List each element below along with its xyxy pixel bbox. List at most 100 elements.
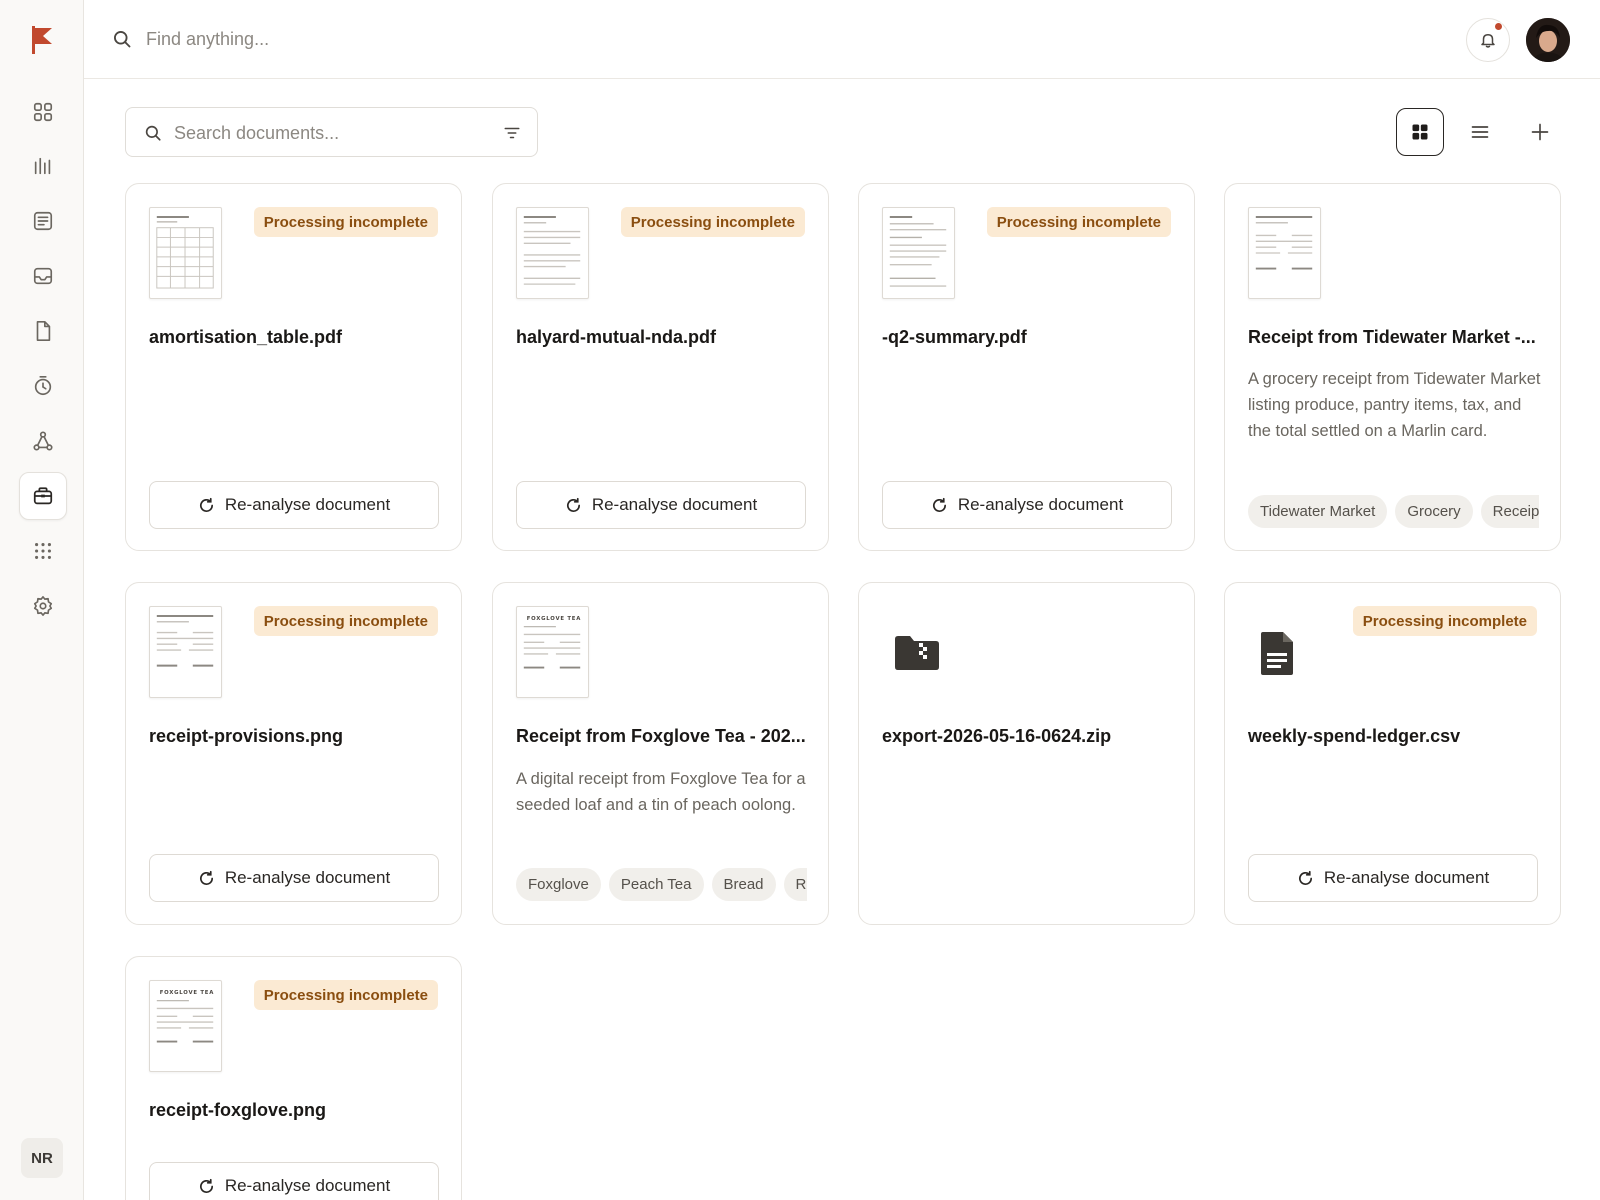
thumbnail-header-text: FOXGLOVE TEA xyxy=(160,990,215,996)
status-badge: Processing incomplete xyxy=(253,606,438,636)
sidebar-item-inbox[interactable] xyxy=(19,252,67,300)
topbar xyxy=(84,0,1600,79)
thumbnail-header-text: FOXGLOVE TEA xyxy=(527,616,582,622)
reanalyse-button[interactable]: Re-analyse document xyxy=(149,481,439,529)
document-title[interactable]: Receipt from Tidewater Market -... xyxy=(1248,327,1539,348)
app: NR Find anything... Search documents... … xyxy=(0,0,1600,1200)
status-badge: Processing incomplete xyxy=(986,207,1171,237)
reanalyse-label: Re-analyse document xyxy=(224,495,391,514)
document-title[interactable]: weekly-spend-ledger.csv xyxy=(1248,726,1539,747)
sidebar-item-settings[interactable] xyxy=(19,582,67,630)
file-icon xyxy=(36,321,51,341)
document-card[interactable]: export-2026-05-16-0624.zip xyxy=(858,582,1195,925)
sidebar-item-files[interactable] xyxy=(19,307,67,355)
document-thumbnail xyxy=(1248,207,1321,299)
tag[interactable]: Receipt xyxy=(783,868,807,901)
refresh-icon xyxy=(932,497,946,512)
document-title[interactable]: receipt-foxglove.png xyxy=(149,1100,440,1121)
list-view-button[interactable] xyxy=(1456,108,1504,156)
tag[interactable]: Foxglove xyxy=(516,868,601,901)
sidebar-item-timer[interactable] xyxy=(19,362,67,410)
user-photo-icon xyxy=(1526,18,1570,62)
sidebar-item-apps[interactable] xyxy=(19,527,67,575)
document-card[interactable]: Processing incomplete halyard-mutual-nda… xyxy=(492,183,829,551)
tag[interactable]: Peach Tea xyxy=(608,868,704,901)
tag[interactable]: Bread xyxy=(711,868,776,901)
document-title[interactable]: receipt-provisions.png xyxy=(149,726,440,747)
sidebar-item-analytics[interactable] xyxy=(19,142,67,190)
status-badge: Processing incomplete xyxy=(253,207,438,237)
add-document-button[interactable] xyxy=(1516,108,1564,156)
reanalyse-label: Re-analyse document xyxy=(1323,868,1490,887)
sidebar-item-dashboard[interactable] xyxy=(19,88,67,136)
notification-dot xyxy=(1494,22,1503,31)
reanalyse-label: Re-analyse document xyxy=(957,495,1124,514)
zip-folder-icon xyxy=(895,636,939,670)
dashboard-icon xyxy=(33,102,53,122)
document-card[interactable]: Receipt from Tidewater Market -... A gro… xyxy=(1224,183,1561,551)
refresh-icon xyxy=(199,1178,213,1193)
sidebar: NR xyxy=(0,0,84,1200)
tag[interactable]: Grocery xyxy=(1395,495,1473,528)
inbox-icon xyxy=(33,267,53,285)
reanalyse-button[interactable]: Re-analyse document xyxy=(882,481,1172,529)
sidebar-item-notes[interactable] xyxy=(19,197,67,245)
search-icon xyxy=(114,31,131,48)
grid-view-icon xyxy=(1412,124,1428,140)
document-description: A digital receipt from Foxglove Tea for … xyxy=(516,770,806,814)
tag-list: Foxglove Peach Tea Bread Receipt xyxy=(516,868,807,902)
settings-icon xyxy=(33,596,53,616)
document-card[interactable]: FOXGLOVE TEA Receipt from Foxglove Tea -… xyxy=(492,582,829,925)
list-view-icon xyxy=(1471,126,1489,138)
document-card[interactable]: FOXGLOVE TEA Processing incomplete recei… xyxy=(125,956,462,1200)
briefcase-icon xyxy=(33,487,53,505)
document-card[interactable]: Processing incomplete -q2-summary.pdf Re… xyxy=(858,183,1195,551)
user-initials-avatar[interactable]: NR xyxy=(21,1138,63,1178)
document-card[interactable]: Processing incomplete receipt-provisions… xyxy=(125,582,462,925)
reanalyse-button[interactable]: Re-analyse document xyxy=(1248,854,1538,902)
document-thumbnail xyxy=(149,207,222,299)
user-avatar[interactable] xyxy=(1526,18,1570,62)
document-card[interactable]: Processing incomplete amortisation_table… xyxy=(125,183,462,551)
document-thumbnail xyxy=(516,207,589,299)
notifications-button[interactable] xyxy=(1466,18,1510,62)
reanalyse-label: Re-analyse document xyxy=(591,495,758,514)
reanalyse-button[interactable]: Re-analyse document xyxy=(149,1162,439,1200)
apps-grid-icon xyxy=(35,543,51,559)
global-search-input[interactable] xyxy=(146,22,746,56)
document-title[interactable]: amortisation_table.pdf xyxy=(149,327,440,348)
sidebar-item-network[interactable] xyxy=(19,417,67,465)
document-title[interactable]: Receipt from Foxglove Tea - 202... xyxy=(516,726,807,747)
status-badge: Processing incomplete xyxy=(1352,606,1537,636)
document-thumbnail: FOXGLOVE TEA xyxy=(149,980,222,1072)
text-file-icon xyxy=(1261,632,1293,675)
tag[interactable]: Receipt xyxy=(1480,495,1539,528)
document-thumbnail xyxy=(149,606,222,698)
reanalyse-button[interactable]: Re-analyse document xyxy=(149,854,439,902)
refresh-icon xyxy=(1298,870,1312,885)
document-search-input[interactable] xyxy=(174,118,474,148)
grid-view-button[interactable] xyxy=(1396,108,1444,156)
bell-icon xyxy=(1481,34,1495,48)
document-card[interactable]: Processing incomplete weekly-spend-ledge… xyxy=(1224,582,1561,925)
search-icon xyxy=(145,125,161,141)
reanalyse-label: Re-analyse document xyxy=(224,868,391,887)
brand-flag-icon[interactable] xyxy=(28,24,56,56)
status-badge: Processing incomplete xyxy=(620,207,805,237)
refresh-icon xyxy=(199,870,213,885)
refresh-icon xyxy=(199,497,213,512)
document-title[interactable]: halyard-mutual-nda.pdf xyxy=(516,327,807,348)
document-title[interactable]: -q2-summary.pdf xyxy=(882,327,1173,348)
filter-icon[interactable] xyxy=(503,124,521,142)
reanalyse-button[interactable]: Re-analyse document xyxy=(516,481,806,529)
network-icon xyxy=(33,431,53,451)
document-thumbnail: FOXGLOVE TEA xyxy=(516,606,589,698)
document-search-box xyxy=(125,107,538,157)
status-badge: Processing incomplete xyxy=(253,980,438,1010)
plus-icon xyxy=(1531,123,1549,141)
tag[interactable]: Tidewater Market xyxy=(1248,495,1388,528)
analytics-icon xyxy=(34,157,51,175)
document-thumbnail xyxy=(882,207,955,299)
document-title[interactable]: export-2026-05-16-0624.zip xyxy=(882,726,1173,747)
sidebar-item-documents[interactable] xyxy=(19,472,67,520)
